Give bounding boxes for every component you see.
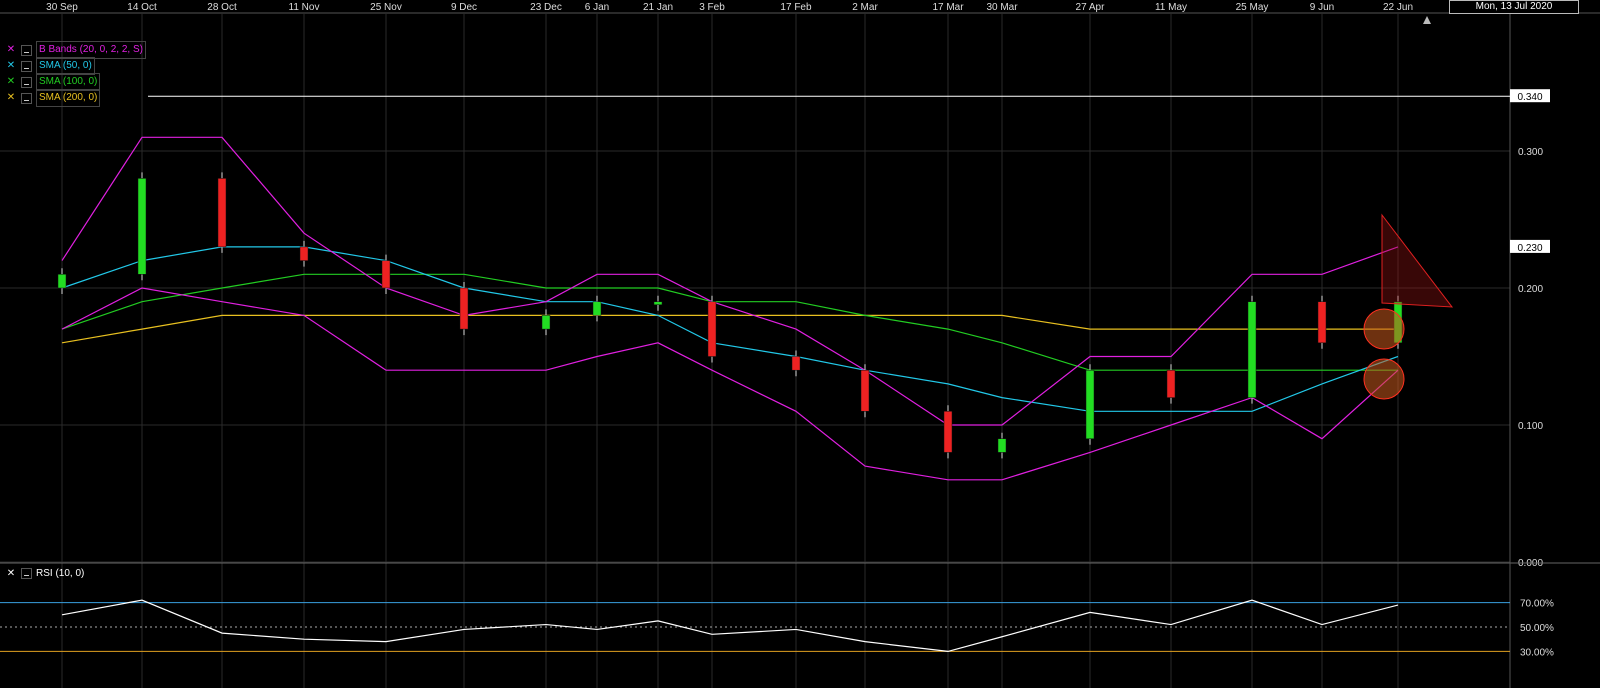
line-style-icon[interactable] — [21, 92, 32, 104]
remove-icon[interactable]: ✕ — [6, 568, 16, 579]
date-tick-label: 25 Nov — [370, 2, 402, 13]
date-tick-label: 23 Dec — [530, 2, 562, 13]
legend-label: SMA (200, 0) — [36, 89, 101, 107]
rsi-tick-label: 30.00% — [1520, 647, 1554, 658]
current-date-label: Mon, 13 Jul 2020 — [1449, 0, 1579, 14]
date-tick-label: 22 Jun — [1383, 2, 1413, 13]
date-tick-label: 11 Nov — [289, 2, 320, 13]
date-tick-label: 9 Dec — [451, 2, 477, 13]
price-tick-label: 0.300 — [1518, 147, 1543, 158]
sma100-line — [61, 273, 1398, 371]
candle-body — [1085, 369, 1095, 439]
date-tick-label: 30 Sep — [46, 2, 78, 13]
date-tick-label: 25 May — [1236, 2, 1269, 13]
line-style-icon[interactable] — [21, 76, 32, 88]
date-tick-label: 30 Mar — [986, 2, 1018, 13]
candle-body — [653, 301, 663, 305]
candle-body — [541, 315, 551, 330]
indicator-legend: ✕ B Bands (20, 0, 2, 2, S) ✕ SMA (50, 0)… — [6, 41, 146, 107]
legend-sma50[interactable]: ✕ SMA (50, 0) — [6, 57, 146, 75]
candle-body — [217, 178, 227, 248]
candle-body — [381, 260, 391, 289]
date-tick-label: 9 Jun — [1310, 2, 1334, 13]
remove-icon[interactable]: ✕ — [6, 93, 16, 103]
rsi-tick-label: 70.00% — [1520, 599, 1554, 610]
candle-body — [299, 246, 309, 261]
rsi-tick-label: 50.00% — [1520, 623, 1554, 634]
date-tick-label: 27 Apr — [1076, 2, 1106, 13]
line-style-icon[interactable] — [21, 568, 32, 579]
last-price-label: 0.230 — [1517, 243, 1542, 254]
rsi-legend-label: RSI (10, 0) — [36, 568, 85, 579]
circle-annotation — [1363, 358, 1405, 400]
price-chart[interactable]: 30 Sep 14 Oct 28 Oct 11 Nov 25 Nov 9 Dec 23 De… — [0, 0, 1600, 688]
alert-bell-icon[interactable] — [1421, 14, 1433, 26]
candle-body — [943, 411, 953, 453]
date-tick-label: 21 Jan — [643, 2, 673, 13]
legend-sma200[interactable]: ✕ SMA (200, 0) — [6, 89, 146, 107]
candle-body — [1317, 301, 1327, 344]
remove-icon[interactable]: ✕ — [6, 45, 16, 55]
line-style-icon[interactable] — [21, 60, 32, 72]
remove-icon[interactable]: ✕ — [6, 77, 16, 87]
legend-sma100[interactable]: ✕ SMA (100, 0) — [6, 73, 146, 91]
price-tick-label: 0.200 — [1518, 284, 1543, 295]
date-tick-label: 17 Mar — [932, 2, 964, 13]
candle-body — [997, 438, 1007, 453]
date-tick-label: 14 Oct — [127, 2, 157, 13]
date-tick-label: 6 Jan — [585, 2, 609, 13]
circle-annotation — [1363, 308, 1405, 350]
price-tick-label: 0.100 — [1518, 421, 1543, 432]
high-price-label: 0.340 — [1517, 92, 1542, 103]
candle-body — [137, 178, 147, 275]
candle-body — [459, 287, 469, 330]
triangle-annotation — [1381, 213, 1454, 308]
candle-body — [860, 369, 870, 412]
candle-body — [791, 356, 801, 371]
date-tick-label: 11 May — [1155, 2, 1187, 13]
date-tick-label: 2 Mar — [852, 2, 878, 13]
candle-body — [592, 301, 602, 316]
date-tick-label: 17 Feb — [780, 2, 812, 13]
remove-icon[interactable]: ✕ — [6, 61, 16, 71]
date-tick-label: 3 Feb — [699, 2, 725, 13]
bband-lower-line — [61, 287, 1399, 481]
line-style-icon[interactable] — [21, 44, 32, 56]
legend-bbands[interactable]: ✕ B Bands (20, 0, 2, 2, S) — [6, 41, 146, 59]
candle-body — [1166, 369, 1176, 398]
candle-body — [707, 301, 717, 357]
rsi-line — [61, 599, 1399, 653]
date-tick-label: 28 Oct — [207, 2, 237, 13]
candle-body — [57, 274, 67, 289]
rsi-legend[interactable]: ✕ RSI (10, 0) — [6, 568, 84, 579]
candle-body — [1247, 301, 1257, 398]
